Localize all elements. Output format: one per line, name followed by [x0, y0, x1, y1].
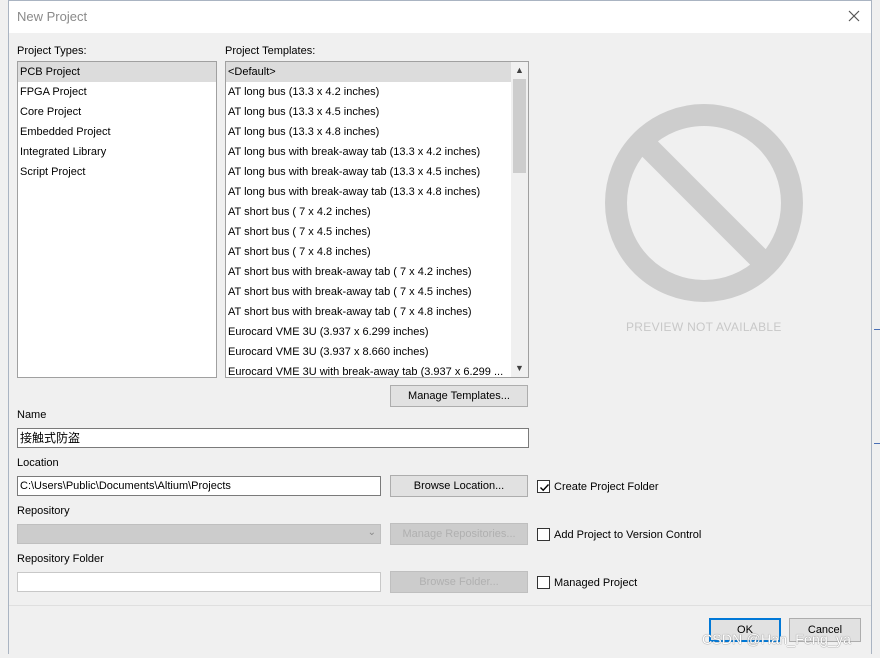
- project-name-input[interactable]: 接触式防盗: [17, 428, 529, 448]
- project-type-item[interactable]: Core Project: [18, 102, 216, 122]
- template-item[interactable]: <Default>: [226, 62, 528, 82]
- repository-select[interactable]: ⌄: [17, 524, 381, 544]
- add-to-version-control-label: Add Project to Version Control: [554, 528, 702, 541]
- name-label: Name: [17, 409, 47, 421]
- checkbox-box[interactable]: [537, 576, 550, 589]
- template-item[interactable]: Eurocard VME 3U with break-away tab (3.9…: [226, 362, 528, 377]
- project-type-item[interactable]: FPGA Project: [18, 82, 216, 102]
- preview-status-text: PREVIEW NOT AVAILABLE: [626, 320, 782, 334]
- repository-folder-label: Repository Folder: [17, 553, 104, 565]
- templates-scrollbar[interactable]: ▲ ▼: [511, 62, 528, 377]
- no-preview-icon: [605, 104, 803, 302]
- create-project-folder-label: Create Project Folder: [554, 480, 659, 493]
- template-item[interactable]: AT short bus with break-away tab ( 7 x 4…: [226, 302, 528, 322]
- template-item[interactable]: AT long bus (13.3 x 4.2 inches): [226, 82, 528, 102]
- template-item[interactable]: AT long bus (13.3 x 4.8 inches): [226, 122, 528, 142]
- chevron-down-icon: ⌄: [367, 527, 376, 538]
- background-window-edge: [874, 329, 880, 330]
- managed-project-checkbox[interactable]: Managed Project: [537, 576, 637, 589]
- project-types-label: Project Types:: [17, 45, 87, 57]
- close-button[interactable]: [837, 1, 871, 33]
- add-to-version-control-checkbox[interactable]: Add Project to Version Control: [537, 528, 701, 541]
- dialog-footer: OK Cancel: [9, 605, 871, 655]
- title-bar: New Project: [9, 1, 871, 33]
- checkmark-icon: [540, 484, 550, 492]
- template-item[interactable]: AT long bus (13.3 x 4.5 inches): [226, 102, 528, 122]
- template-item[interactable]: AT short bus with break-away tab ( 7 x 4…: [226, 282, 528, 302]
- browse-location-button[interactable]: Browse Location...: [390, 475, 528, 497]
- template-item[interactable]: AT short bus ( 7 x 4.8 inches): [226, 242, 528, 262]
- project-templates-list[interactable]: <Default> AT long bus (13.3 x 4.2 inches)…: [225, 61, 529, 378]
- scroll-thumb[interactable]: [513, 79, 526, 173]
- manage-templates-button[interactable]: Manage Templates...: [390, 385, 528, 407]
- project-types-list[interactable]: PCB Project FPGA Project Core Project Embed…: [17, 61, 217, 378]
- template-item[interactable]: AT long bus with break-away tab (13.3 x …: [226, 182, 528, 202]
- project-type-item[interactable]: PCB Project: [18, 62, 216, 82]
- scroll-up-icon[interactable]: ▲: [511, 62, 528, 79]
- project-type-item[interactable]: Integrated Library: [18, 142, 216, 162]
- templates-items: <Default> AT long bus (13.3 x 4.2 inches)…: [226, 62, 528, 377]
- checkbox-box[interactable]: [537, 528, 550, 541]
- background-window-edge: [874, 443, 880, 444]
- template-item[interactable]: AT long bus with break-away tab (13.3 x …: [226, 162, 528, 182]
- scroll-down-icon[interactable]: ▼: [511, 360, 528, 377]
- location-input[interactable]: C:\Users\Public\Documents\Altium\Project…: [17, 476, 381, 496]
- new-project-dialog: New Project Project Types: PCB Project FP…: [8, 0, 872, 655]
- template-item[interactable]: Eurocard VME 3U (3.937 x 6.299 inches): [226, 322, 528, 342]
- create-project-folder-checkbox[interactable]: Create Project Folder: [537, 480, 659, 493]
- repository-folder-input[interactable]: [17, 572, 381, 592]
- location-label: Location: [17, 457, 59, 469]
- template-item[interactable]: Eurocard VME 3U (3.937 x 8.660 inches): [226, 342, 528, 362]
- managed-project-label: Managed Project: [554, 576, 638, 589]
- project-type-item[interactable]: Embedded Project: [18, 122, 216, 142]
- template-item[interactable]: AT long bus with break-away tab (13.3 x …: [226, 142, 528, 162]
- manage-repositories-button[interactable]: Manage Repositories...: [390, 523, 528, 545]
- dialog-title: New Project: [17, 9, 88, 24]
- watermark-text: CSDN @Han_Feng_ya: [702, 631, 852, 647]
- checkbox-box[interactable]: [537, 480, 550, 493]
- template-item[interactable]: AT short bus ( 7 x 4.5 inches): [226, 222, 528, 242]
- project-type-item[interactable]: Script Project: [18, 162, 216, 182]
- close-icon: [848, 10, 860, 22]
- template-item[interactable]: AT short bus ( 7 x 4.2 inches): [226, 202, 528, 222]
- project-templates-label: Project Templates:: [225, 45, 316, 57]
- browse-folder-button[interactable]: Browse Folder...: [390, 571, 528, 593]
- template-item[interactable]: AT short bus with break-away tab ( 7 x 4…: [226, 262, 528, 282]
- repository-label: Repository: [17, 505, 70, 517]
